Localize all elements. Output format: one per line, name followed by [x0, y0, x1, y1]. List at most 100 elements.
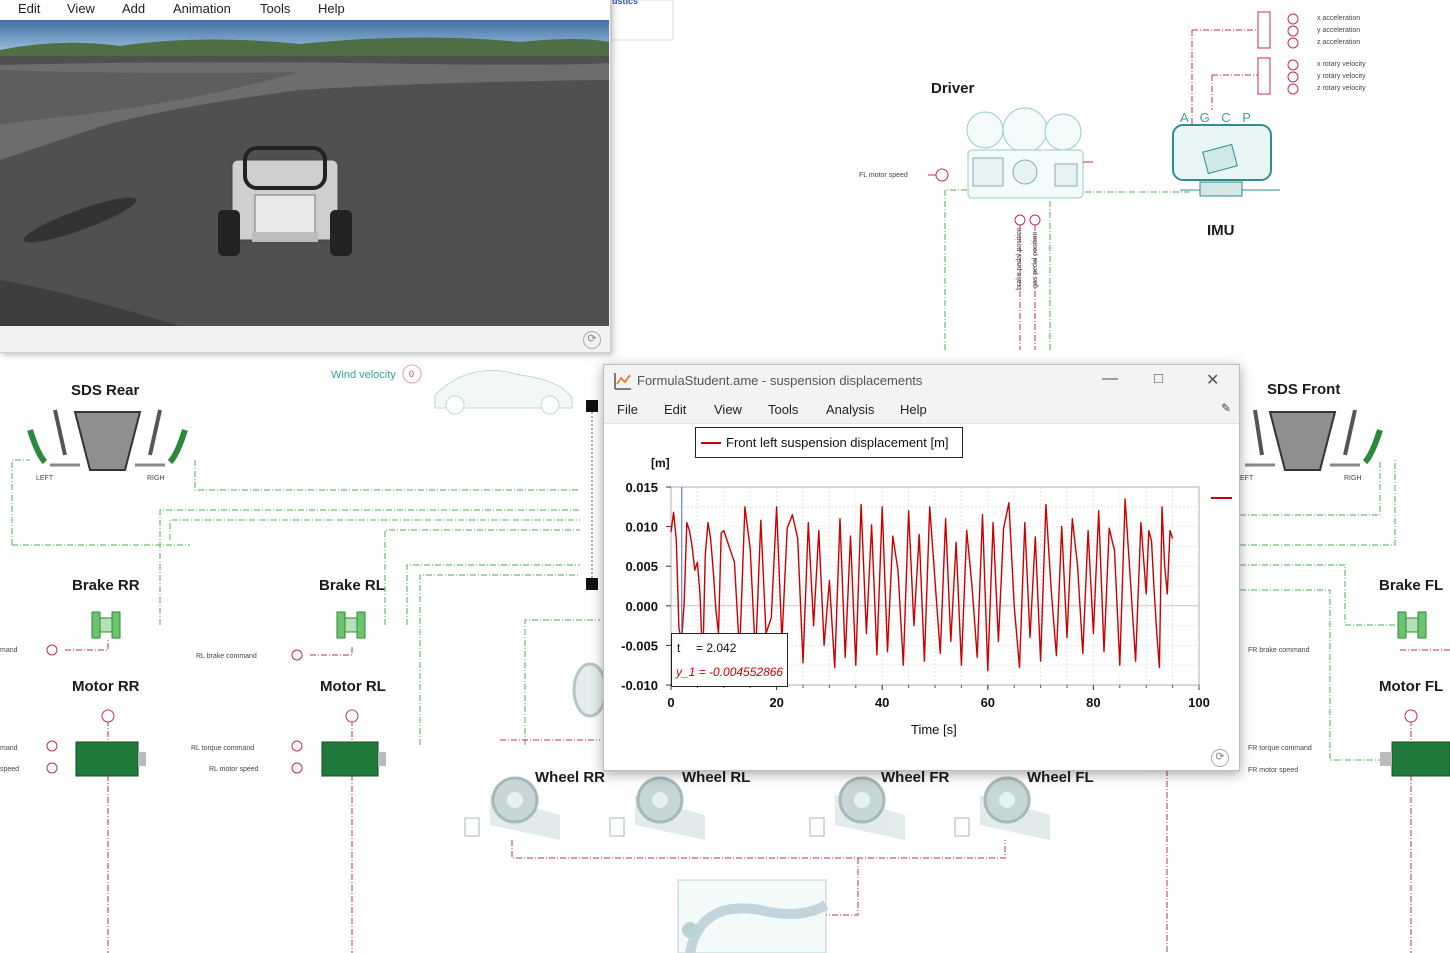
wheel-rl-label: Wheel RL	[682, 769, 751, 786]
brake-rl-block[interactable]	[291, 611, 366, 661]
minimize-button[interactable]: —	[1102, 370, 1118, 388]
motor-rl-label: Motor RL	[320, 678, 386, 695]
rr-motor-speed-label: speed	[0, 766, 20, 773]
viewer-menu-edit[interactable]: Edit	[18, 1, 40, 16]
plot-menu-file[interactable]: File	[617, 402, 638, 417]
chart-area[interactable]: 0 20 40 60 80 100 0.015 0.010 0.005 0.000 -0.005 -…	[604, 423, 1239, 770]
wind-velocity-label: Wind velocity	[331, 369, 396, 381]
partial-panel-header: ustics	[612, 0, 639, 6]
sds-front-right-label: RIGH	[1344, 475, 1362, 482]
wheel-fr-block[interactable]	[809, 776, 905, 840]
x-tick-label: 20	[769, 695, 783, 710]
y-tick-label: -0.010	[621, 678, 658, 693]
animation-viewer-window[interactable]: Edit View Add Animation Tools Help ⟳	[0, 0, 611, 353]
plot-menubar: File Edit View Tools Analysis Help ✎	[604, 397, 1239, 424]
driver-block[interactable]	[928, 107, 1093, 226]
rl-motor-speed-label: RL motor speed	[209, 766, 259, 773]
motor-rl-block[interactable]	[291, 709, 386, 777]
brake-fl-label: Brake FL	[1379, 577, 1444, 594]
x-axis: 0 20 40 60 80 100	[667, 685, 1210, 710]
brake-rl-label: Brake RL	[319, 577, 385, 594]
y-axis: 0.015 0.010 0.005 0.000 -0.005 -0.010	[621, 480, 671, 693]
sds-rear-left-label: LEFT	[36, 475, 54, 482]
viewer-menubar: Edit View Add Animation Tools Help	[0, 0, 610, 20]
brake-rr-label: Brake RR	[72, 577, 140, 594]
plot-menu-edit[interactable]: Edit	[664, 402, 686, 417]
viewer-menu-add[interactable]: Add	[122, 1, 145, 16]
plot-menu-tools[interactable]: Tools	[768, 402, 798, 417]
viewer-3d-scene[interactable]	[0, 20, 609, 326]
y-acc-label: y acceleration	[1317, 27, 1361, 34]
y-tick-label: 0.015	[625, 480, 658, 495]
road-block[interactable]	[677, 879, 829, 953]
y-rot-label: y rotary velocity	[1317, 73, 1366, 80]
wind-velocity-value: 0	[409, 369, 415, 379]
x-tick-label: 60	[981, 695, 995, 710]
plot-menu-help[interactable]: Help	[900, 402, 927, 417]
plot-app-icon	[614, 373, 631, 390]
motor-fl-label: Motor FL	[1379, 678, 1444, 695]
sds-front-label: SDS Front	[1267, 381, 1341, 398]
x-tick-label: 100	[1188, 695, 1210, 710]
viewer-menu-animation[interactable]: Animation	[173, 1, 231, 16]
plot-menu-view[interactable]: View	[714, 402, 742, 417]
viewer-menu-help[interactable]: Help	[318, 1, 345, 16]
wheel-rr-label: Wheel RR	[535, 769, 606, 786]
spare-wheel-icon	[572, 662, 608, 718]
cursor-t-value: = 2.042	[696, 641, 737, 655]
x-tick-label: 80	[1086, 695, 1100, 710]
y-tick-label: 0.010	[625, 520, 658, 535]
mux-acc[interactable]	[1257, 11, 1299, 49]
pin-icon[interactable]: ✎	[1221, 401, 1231, 415]
x-tick-label: 0	[667, 695, 674, 710]
fr-torque-command-label: FR torque command	[1248, 745, 1312, 752]
brake-fl-block[interactable]	[1397, 611, 1427, 639]
driver-label: Driver	[931, 80, 975, 97]
motor-rr-block[interactable]	[46, 709, 146, 777]
mux-rot[interactable]	[1257, 57, 1299, 95]
motor-fl-block[interactable]	[1380, 709, 1450, 777]
car-body-block[interactable]	[402, 364, 573, 415]
viewer-sync-icon[interactable]: ⟳	[583, 331, 601, 349]
sds-rear-right-label: RIGH	[147, 475, 165, 482]
motor-rr-label: Motor RR	[72, 678, 140, 695]
rl-brake-command-label: RL brake command	[196, 653, 257, 660]
fl-motor-speed-label: FL motor speed	[859, 172, 908, 179]
close-button[interactable]: ✕	[1206, 370, 1219, 390]
z-rot-label: z rotary velocity	[1317, 85, 1366, 92]
wheel-rr-block[interactable]	[464, 776, 560, 840]
plot-window-title: FormulaStudent.ame - suspension displace…	[637, 373, 923, 388]
wheel-fl-block[interactable]	[954, 776, 1050, 840]
x-acc-label: x acceleration	[1317, 15, 1361, 22]
wheel-fl-label: Wheel FL	[1027, 769, 1094, 786]
y-tick-label: 0.000	[625, 599, 658, 614]
viewer-menu-tools[interactable]: Tools	[260, 1, 290, 16]
fr-brake-command-label: FR brake command	[1248, 647, 1310, 654]
cursor-y-value: y_1 = -0.004552866	[676, 665, 784, 679]
fr-motor-speed-label: FR motor speed	[1248, 767, 1299, 774]
imu-block[interactable]	[1172, 124, 1280, 197]
partial-panel	[610, 0, 674, 41]
brake-pedal-label: brake pedal position	[1016, 227, 1023, 290]
wheel-rl-block[interactable]	[609, 776, 705, 840]
plot-menu-analysis[interactable]: Analysis	[826, 402, 874, 417]
maximize-button[interactable]: □	[1154, 370, 1163, 387]
cursor-readout: t = 2.042 y_1 = -0.004552866	[671, 633, 788, 687]
sds-rear-block[interactable]	[27, 409, 188, 471]
x-rot-label: x rotary velocity	[1317, 61, 1366, 68]
viewer-menu-view[interactable]: View	[67, 1, 95, 16]
gas-pedal-label: gas pedal position	[1032, 231, 1039, 288]
plot-sync-icon[interactable]: ⟳	[1211, 749, 1229, 767]
sds-rear-label: SDS Rear	[71, 382, 140, 399]
imu-label: IMU	[1207, 222, 1235, 239]
rl-torque-command-label: RL torque command	[191, 745, 255, 752]
plot-titlebar[interactable]: FormulaStudent.ame - suspension displace…	[604, 365, 1239, 397]
imu-ports-label: A G C P	[1180, 110, 1255, 125]
plot-window[interactable]: FormulaStudent.ame - suspension displace…	[603, 364, 1240, 771]
rr-torque-command-label: mand	[0, 745, 18, 752]
x-tick-label: 40	[875, 695, 889, 710]
sds-front-block[interactable]	[1245, 409, 1383, 471]
signal-bus[interactable]	[586, 400, 598, 590]
brake-rr-block[interactable]	[46, 611, 121, 656]
z-acc-label: z acceleration	[1317, 39, 1361, 46]
